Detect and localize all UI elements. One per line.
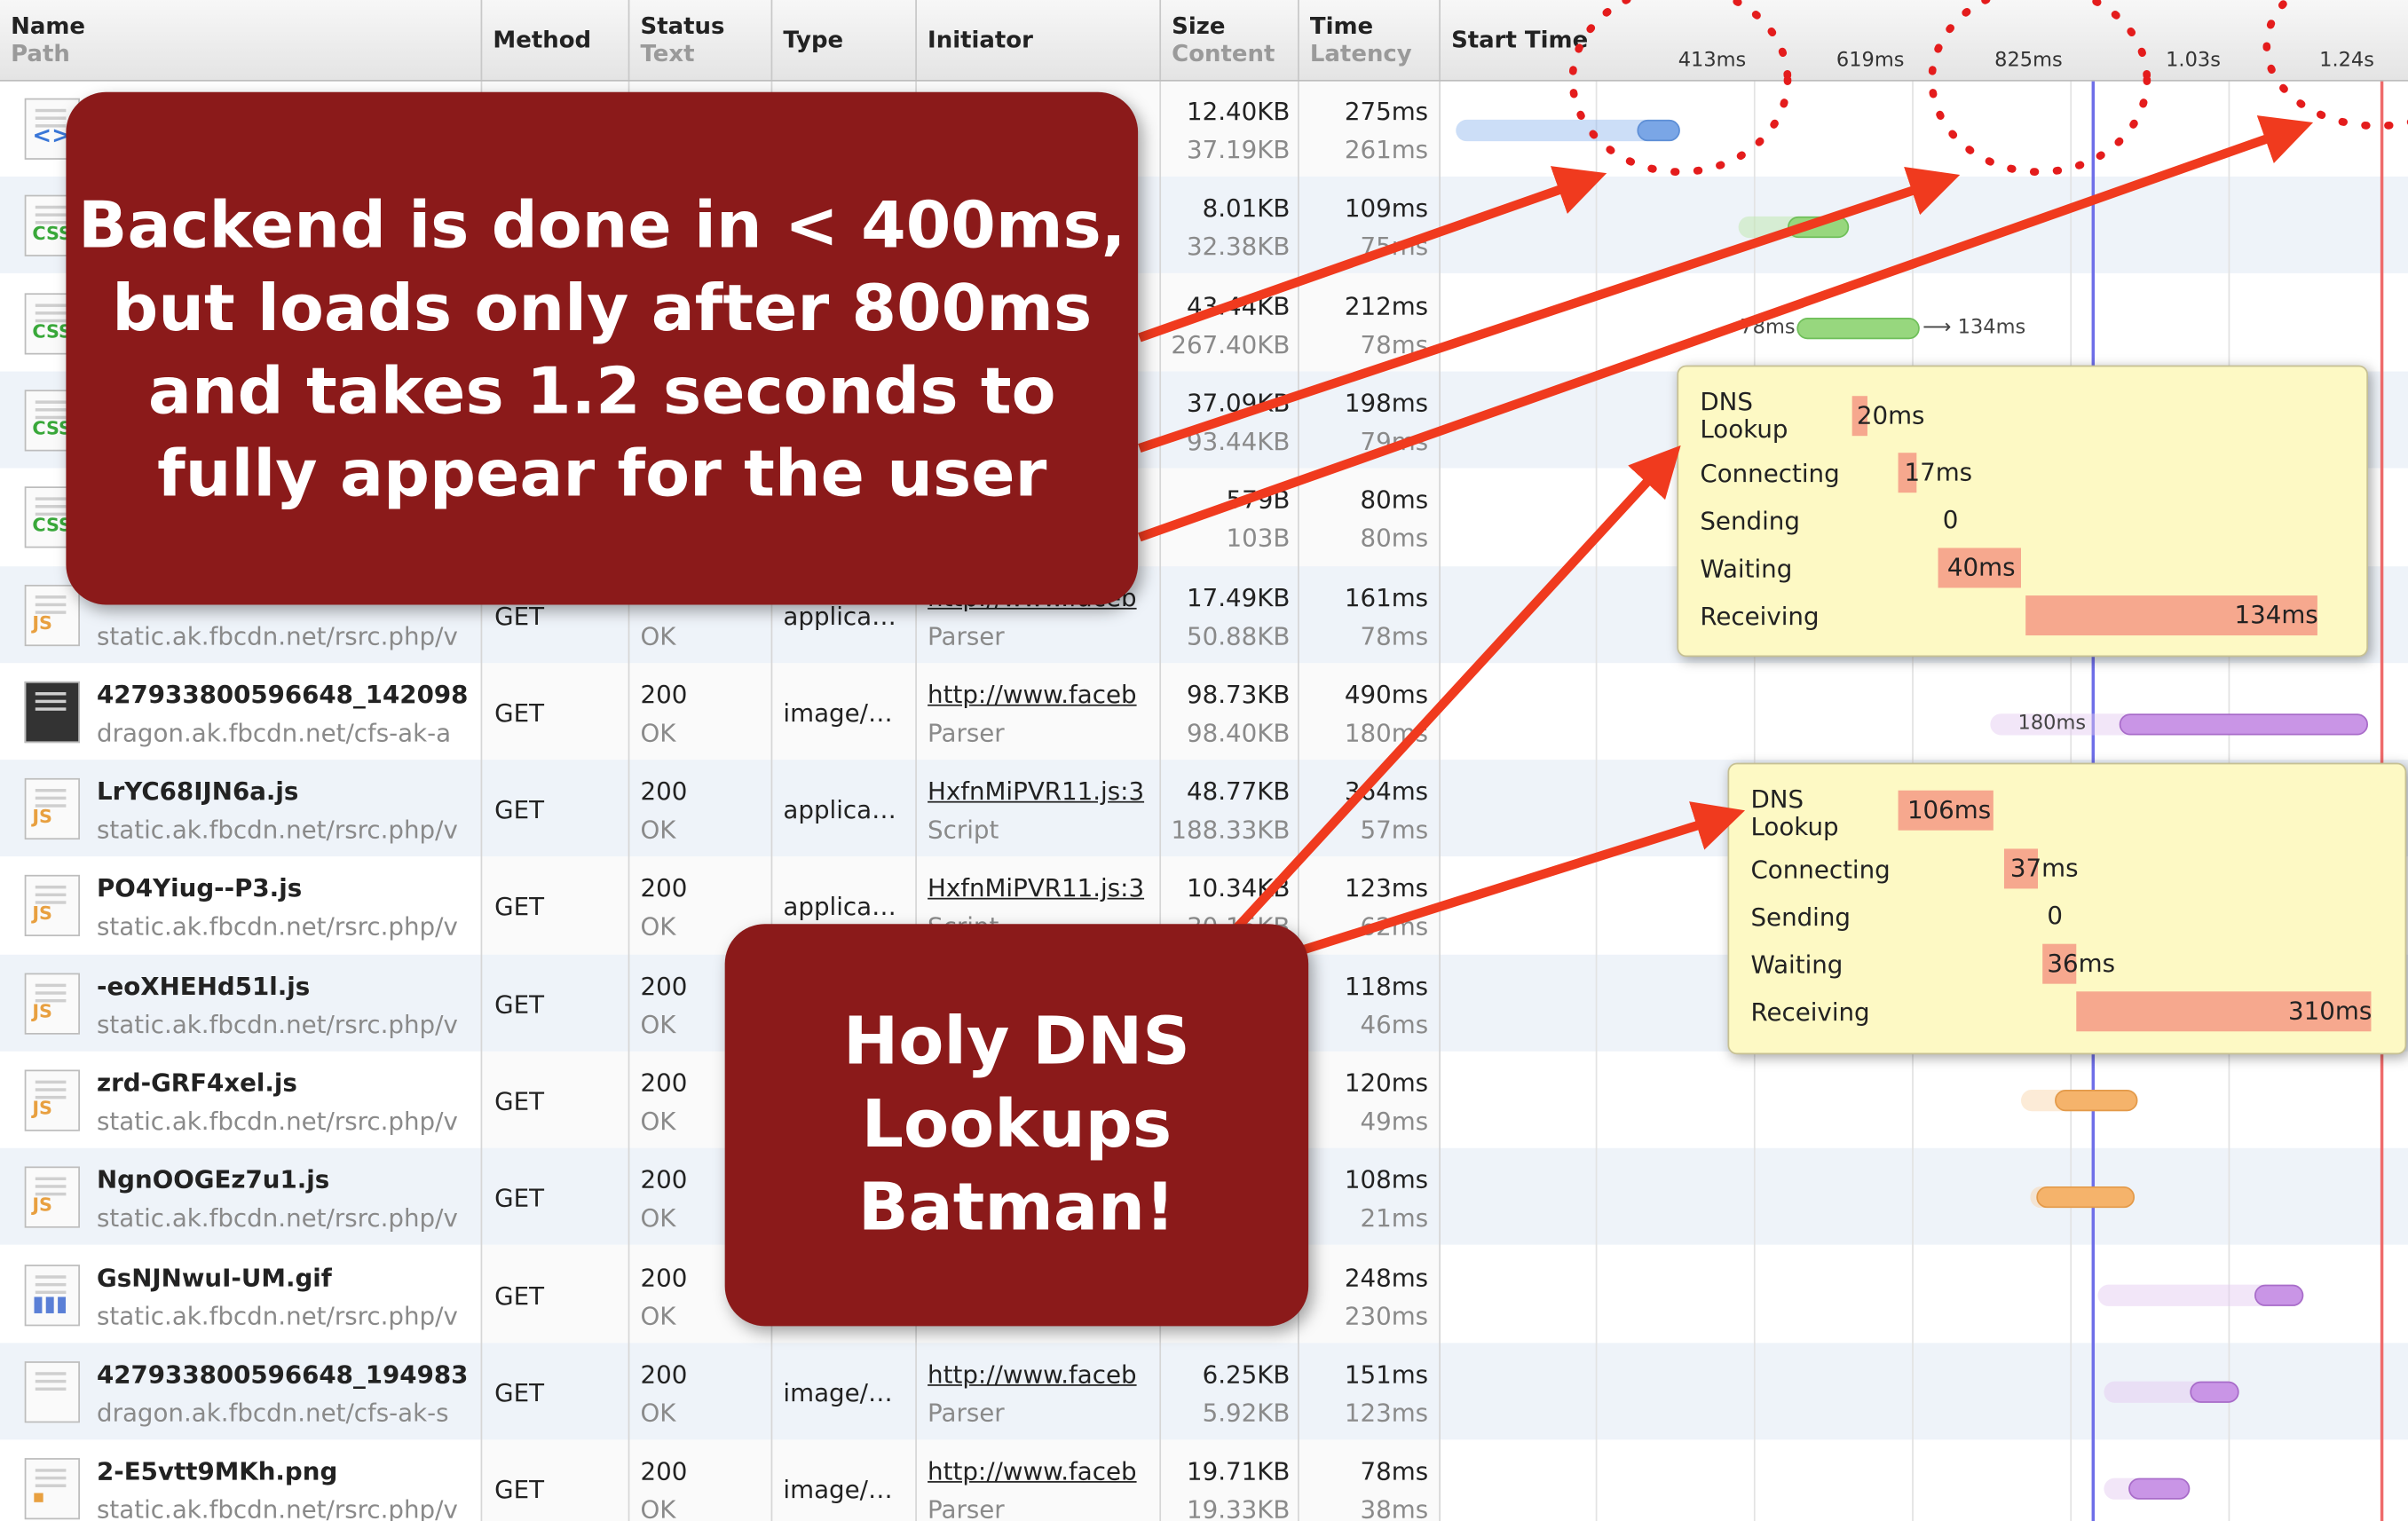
callout-line: Backend is done in < 400ms, xyxy=(78,187,1126,263)
callout-line: fully appear for the user xyxy=(157,436,1047,511)
callout-line: and takes 1.2 seconds to xyxy=(147,352,1056,429)
callout-line: but loads only after 800ms xyxy=(112,270,1093,346)
arrow-to-load-start xyxy=(1138,166,1961,453)
dns-callout: Holy DNS Lookups Batman! xyxy=(724,924,1309,1327)
callout-line: Batman! xyxy=(857,1169,1175,1247)
network-panel: <> 12.40KB 37.19KB 275ms 261ms CSS 8.01KB 32.38… xyxy=(0,0,2408,1521)
callout-line: Lookups xyxy=(861,1086,1172,1164)
callout-line: Holy DNS xyxy=(842,1004,1190,1081)
backend-callout: Backend is done in < 400ms, but loads on… xyxy=(66,91,1139,605)
dotted-circle-highlight xyxy=(1568,0,1792,177)
dotted-circle-highlight xyxy=(1928,0,2151,177)
arrow-to-dns-lookup-2 xyxy=(1267,801,1746,965)
arrow-to-fully-loaded xyxy=(1138,115,2314,542)
dotted-circle-highlight xyxy=(2262,0,2408,130)
arrow-to-backend-done xyxy=(1138,166,1607,343)
